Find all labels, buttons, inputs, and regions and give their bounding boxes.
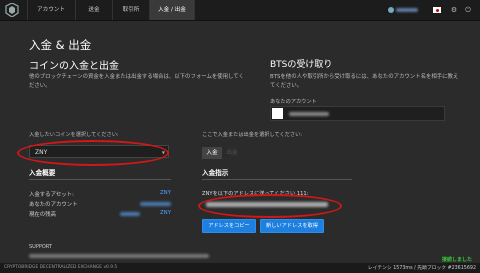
your-account-label: あなたのアカウント	[270, 99, 317, 105]
nav-divider	[194, 0, 195, 20]
divider	[29, 179, 171, 180]
summary-value-balance: ZNY	[159, 210, 171, 216]
gear-icon[interactable]: ⚙	[448, 4, 460, 16]
copy-address-button[interactable]: アドレスをコピー	[202, 219, 256, 233]
connection-status: 接続しました	[442, 257, 473, 263]
tab-exchange[interactable]: 取引所	[113, 0, 149, 20]
tab-withdraw[interactable]: 出金	[223, 147, 241, 159]
new-address-button[interactable]: 新しいアドレスを取得	[260, 219, 324, 233]
tab-deposit-withdraw[interactable]: 入金 / 出金	[150, 0, 194, 20]
divider	[202, 179, 352, 180]
instructions-heading: 入金指示	[202, 169, 229, 177]
power-icon[interactable]: ⏻	[462, 4, 474, 16]
support-text-redacted	[29, 254, 209, 258]
left-heading: コインの入金と出金	[29, 61, 119, 72]
summary-value-account-redacted	[140, 202, 171, 206]
right-intro: BTSを他の人や取引所から受け取るには、あなたのアカウント名を相手に教えてくださ…	[270, 74, 459, 89]
account-menu[interactable]	[388, 4, 428, 15]
account-name-redacted	[289, 112, 329, 116]
highlight-ring-address	[198, 194, 342, 218]
account-name-redacted	[396, 7, 418, 12]
summary-label-account: あなたのアカウント	[29, 202, 78, 208]
account-icon	[388, 6, 394, 13]
summary-balance-redacted	[120, 212, 140, 216]
tab-transfer[interactable]: 送金	[76, 0, 112, 20]
summary-label-asset: 入金するアセット:	[29, 192, 74, 198]
tab-deposit[interactable]: 入金	[202, 147, 222, 159]
flag-jp-icon[interactable]	[433, 7, 441, 13]
select-coin-label: 入金したいコインを選択してください:	[29, 132, 119, 138]
avatar	[272, 108, 283, 119]
support-heading: SUPPORT	[29, 244, 52, 250]
logo-icon[interactable]	[4, 3, 20, 17]
left-intro: 他のブロックチェーンの資金を入金または出金する場合は、以下のフォームを使用してく…	[29, 74, 244, 89]
highlight-ring-select	[17, 140, 169, 166]
page-title: 入金 & 出金	[29, 38, 92, 52]
summary-value-asset: ZNY	[159, 190, 171, 196]
action-label: ここで入金または出金を選択してください:	[202, 132, 302, 138]
tab-account[interactable]: アカウント	[28, 0, 74, 20]
right-heading: BTSの受け取り	[270, 60, 333, 70]
summary-heading: 入金概要	[29, 169, 56, 177]
latency-readout: レイテンシ 1573ms / 先頭ブロック #23615692	[367, 266, 476, 271]
summary-label-balance: 現在の残高	[29, 212, 56, 218]
footer-version: CRYPTOBRIDGE DECENTRALIZED EXCHANGE v0.9…	[4, 265, 118, 270]
